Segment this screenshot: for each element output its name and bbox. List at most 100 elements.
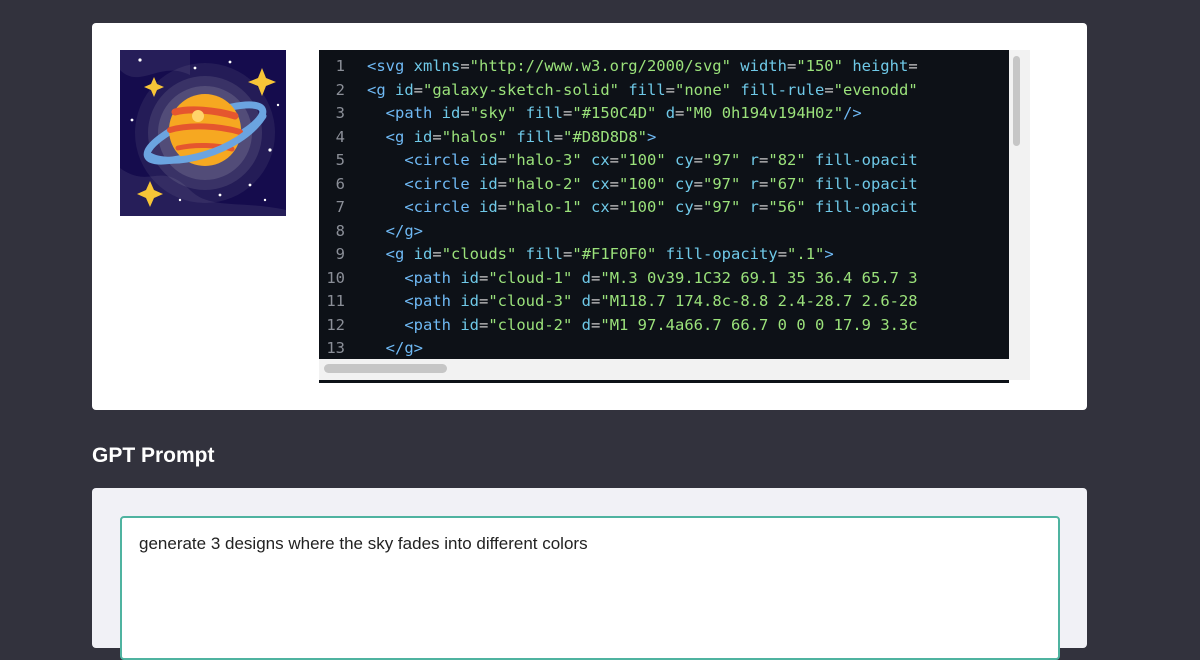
line-number: 11 [326,292,345,310]
line-number: 4 [335,127,345,146]
line-number: 6 [335,174,345,193]
code-token: cy [665,174,694,193]
code-line: 10 <path id="cloud-1" d="M.3 0v39.1C32 6… [319,267,917,291]
code-token: "97" [703,198,741,216]
code-token: = [479,268,489,287]
code-token: "cloud-1" [488,268,573,287]
code-token: "67" [768,174,806,193]
code-token: "#D8D8D8" [563,127,648,146]
code-token: fill [516,245,564,263]
code-token: </g> [385,221,423,240]
horizontal-scrollbar[interactable] [319,359,1009,380]
code-token: = [479,292,489,310]
code-token: id [451,292,479,310]
code-token: d [656,104,676,122]
code-token: "150" [796,57,843,75]
code-line: 12 <path id="cloud-2" d="M1 97.4a66.7 66… [319,314,918,338]
code-token: "none" [675,80,731,99]
code-token: <g [385,127,405,146]
line-number: 9 [335,245,345,263]
code-token: = [432,127,442,146]
code-token: id [469,198,498,216]
code-line: 4 <g id="halos" fill="#D8D8D8"> [319,126,657,150]
line-number: 2 [335,80,345,99]
code-token: = [693,198,704,216]
code-line: 13 </g> [319,337,423,361]
code-token: = [497,174,507,193]
code-token: = [759,151,769,169]
prompt-input[interactable]: generate 3 designs where the sky fades i… [120,516,1060,660]
code-token: fill [618,80,666,99]
vertical-scrollbar-thumb[interactable] [1013,56,1020,146]
code-token: id [469,151,498,169]
code-line: 11 <path id="cloud-3" d="M118.7 174.8c-8… [319,290,917,314]
code-token: r [740,198,760,216]
horizontal-scrollbar-thumb[interactable] [324,364,447,373]
code-token: id [469,174,498,193]
code-token: "#F1F0F0" [572,245,657,263]
code-token: <g [385,245,405,263]
prompt-card: generate 3 designs where the sky fades i… [92,488,1087,660]
code-token: id [432,104,461,122]
line-number: 5 [335,151,345,169]
code-token: id [404,127,433,146]
code-token: cx [581,198,610,216]
code-token: = [591,292,601,310]
code-token: cy [665,151,694,169]
code-token: "http://www.w3.org/2000/svg" [469,57,731,75]
code-token: "M0 0h194v194H0z" [684,104,844,122]
code-token: width [730,57,787,75]
code-token: d [572,292,592,310]
code-editor[interactable]: 1 <svg xmlns="http://www.w3.org/2000/svg"… [319,50,1009,383]
line-number: 10 [326,268,345,287]
line-number: 13 [326,339,345,357]
code-token: = [786,57,797,75]
code-token: d [572,315,592,334]
code-token: r [740,174,760,193]
code-token: = [609,174,619,193]
code-line: 8 </g> [319,220,423,244]
code-token: = [563,245,573,263]
code-token: = [824,80,834,99]
code-token: "M1 97.4a66.7 66.7 0 0 0 17.9 3.3c [600,315,918,334]
code-token: fill-opacity [656,245,778,263]
code-token: = [675,104,685,122]
code-token: id [385,80,414,99]
code-token: fill-rule [731,80,825,99]
code-token: = [563,104,573,122]
code-token: "sky" [469,104,517,122]
prompt-input-value[interactable]: generate 3 designs where the sky fades i… [139,534,588,554]
code-token: = [693,174,704,193]
code-token: ".1" [787,245,825,263]
code-line: 2 <g id="galaxy-sketch-solid" fill="none"… [319,79,918,103]
galaxy-planet-icon [120,50,286,216]
code-token: <svg [367,57,405,75]
vertical-scrollbar[interactable] [1009,50,1030,380]
code-token: "100" [619,174,666,193]
code-token: id [451,268,479,287]
code-token: > [647,127,657,146]
code-token: "halo-2" [507,174,582,193]
code-token: "97" [703,151,741,169]
code-token: = [497,151,507,169]
code-token: "100" [619,198,666,216]
code-token: = [413,80,424,99]
code-token: "97" [703,174,741,193]
code-token: <path [404,268,451,287]
code-token: fill-opacit [805,151,918,169]
code-token: cx [581,174,610,193]
code-token: "halo-3" [507,151,582,169]
code-token: fill-opacit [805,174,918,193]
code-token: = [497,198,507,216]
code-token: > [824,245,834,263]
code-token: <g [367,80,386,99]
